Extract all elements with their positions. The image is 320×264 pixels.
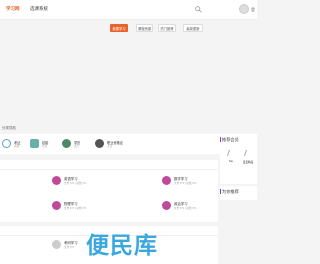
person-icon [95,139,104,148]
recommend-title: 为你推荐 [222,189,239,194]
members-title: 推荐会员 [222,137,239,142]
tab-study[interactable]: 我要学习 [110,24,128,32]
section-label: 分类导航 [2,126,16,130]
members-sidebar: 推荐会员 Ste 爱爱精品 [220,134,257,184]
tool-icon [30,139,39,148]
list-item-meta: 文章 971 | 帖数 971 [174,207,197,210]
tab-latest[interactable]: 最新更新 [183,24,203,32]
quick-link-sub: 考试 [107,145,113,148]
accent-bar [220,189,221,194]
math-icon [162,176,171,185]
header-bar: 学习网 选课系统 登 [0,0,257,20]
nav-course-system[interactable]: 选课系统 [30,6,48,12]
tab-hot[interactable]: 热门推荐 [158,24,176,32]
login-link[interactable]: 登 [251,7,255,13]
book-icon [2,139,11,148]
panel-header [0,160,218,170]
member-name: 爱爱精品 [242,161,254,164]
member-avatar-icon [243,150,253,156]
site-logo[interactable]: 学习网 [6,6,20,12]
politics-icon [162,201,171,210]
quick-link-sub: 资格 [14,145,20,148]
search-icon[interactable] [195,6,202,13]
accent-bar [220,137,221,142]
member-name: Ste [229,160,233,163]
tab-resources[interactable]: 课程资源 [136,24,153,32]
category-panel: 英语学习 文章 971 | 帖数 971 数学学习 文章 971 | 帖数 97… [0,160,218,222]
list-item-meta: 文章 971 [64,246,75,249]
recommend-sidebar: 为你推荐 [220,186,257,200]
avatar[interactable] [239,4,249,14]
english-icon [52,176,61,185]
member-card[interactable]: 爱爱精品 [241,150,255,164]
watermark: 便民库 [86,233,158,259]
list-item-meta: 文章 971 | 帖数 971 [174,182,197,185]
quick-link-sub: 培训 [42,145,48,148]
list-item-meta: 文章 971 | 帖数 971 [64,182,87,185]
physics-icon [52,201,61,210]
list-item-meta: 文章 971 | 帖数 971 [64,207,87,210]
cap-icon [62,139,71,148]
quick-link-sub: 提升 [74,145,80,148]
member-card[interactable]: Ste [224,150,238,164]
study-icon [52,240,61,249]
member-avatar-icon [226,150,236,156]
quick-links-row: 考证 资格 技能 培训 学历 提升 职业资格证 考试 [0,134,220,154]
